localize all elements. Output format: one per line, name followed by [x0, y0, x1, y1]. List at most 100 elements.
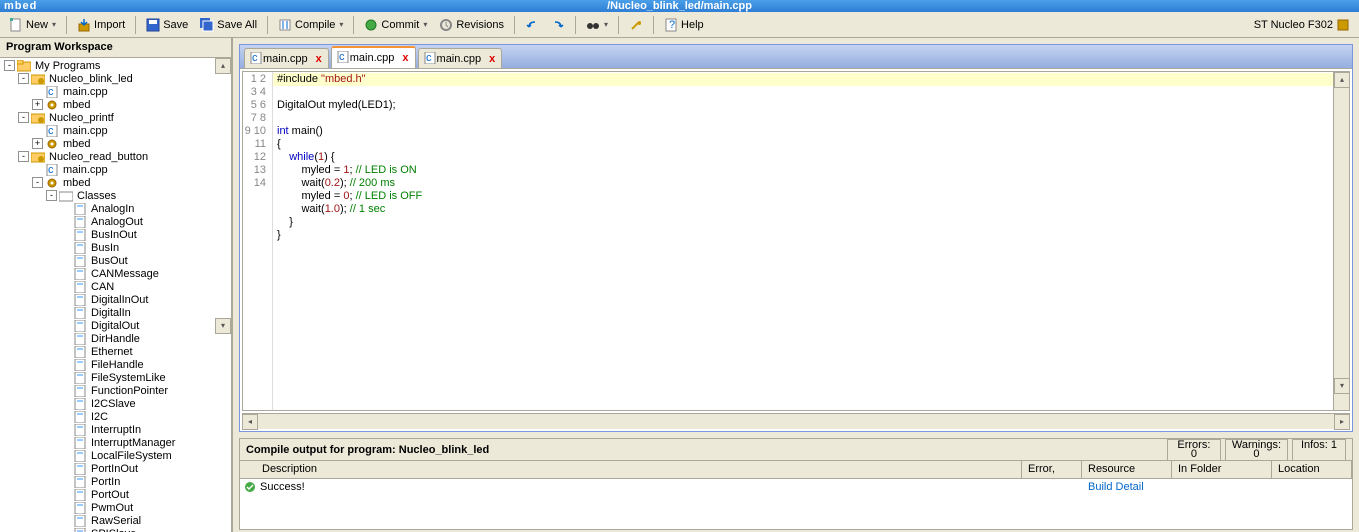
class-icon	[73, 437, 87, 449]
tree-item[interactable]: PwmOut	[0, 501, 231, 514]
tree-item[interactable]: cmain.cpp	[0, 85, 231, 98]
import-button[interactable]: Import	[72, 15, 130, 35]
scroll-down-button[interactable]: ▾	[1334, 378, 1350, 394]
tree-item[interactable]: DirHandle	[0, 332, 231, 345]
tree-item[interactable]: FunctionPointer	[0, 384, 231, 397]
tree-item[interactable]: -My Programs	[0, 59, 231, 72]
save-all-icon	[200, 18, 214, 32]
tree-item[interactable]: - Nucleo_read_button	[0, 150, 231, 163]
tree-label: BusOut	[89, 255, 130, 267]
output-row[interactable]: Success! Build Detail	[240, 479, 1352, 495]
class-icon	[73, 242, 87, 254]
platform-selector[interactable]: ST Nucleo F302	[1249, 15, 1355, 35]
find-button[interactable]: ▾	[581, 15, 613, 35]
save-button[interactable]: Save	[141, 15, 193, 35]
class-icon	[73, 203, 87, 215]
save-all-button[interactable]: Save All	[195, 15, 262, 35]
tree-item[interactable]: +mbed	[0, 98, 231, 111]
tree-item[interactable]: PortOut	[0, 488, 231, 501]
class-icon	[73, 450, 87, 462]
svg-text:?: ?	[669, 19, 675, 31]
build-detail-link[interactable]: Build Detail	[1082, 480, 1172, 494]
tree-item[interactable]: CANMessage	[0, 267, 231, 280]
tree-toggle-icon	[60, 346, 71, 357]
scroll-left-button[interactable]: ◂	[242, 414, 258, 430]
editor-tab[interactable]: cmain.cppx	[418, 48, 503, 68]
tree-toggle-icon	[60, 320, 71, 331]
cpp-file-icon: c	[336, 51, 350, 65]
scroll-up-button[interactable]: ▴	[215, 58, 231, 74]
tree-item[interactable]: PortIn	[0, 475, 231, 488]
code-editor[interactable]: 1 2 3 4 5 6 7 8 9 10 11 12 13 14 #includ…	[242, 71, 1350, 411]
class-icon	[73, 216, 87, 228]
commit-icon	[364, 18, 378, 32]
tree-item[interactable]: +mbed	[0, 137, 231, 150]
tree-toggle-icon[interactable]: +	[32, 138, 43, 149]
tree-item[interactable]: InterruptIn	[0, 423, 231, 436]
tree-item[interactable]: AnalogOut	[0, 215, 231, 228]
tree-toggle-icon[interactable]: -	[4, 60, 15, 71]
tree-item[interactable]: I2C	[0, 410, 231, 423]
tree-item[interactable]: BusInOut	[0, 228, 231, 241]
main-toolbar: New▾ Import Save Save All Compile▾ Commi…	[0, 12, 1359, 38]
tree-item[interactable]: FileHandle	[0, 358, 231, 371]
help-button[interactable]: ? Help	[659, 15, 709, 35]
revisions-button[interactable]: Revisions	[434, 15, 509, 35]
tree-item[interactable]: -Nucleo_printf	[0, 111, 231, 124]
horizontal-scrollbar[interactable]: ◂ ▸	[242, 413, 1350, 429]
undo-button[interactable]	[520, 15, 544, 35]
tree-item[interactable]: -Classes	[0, 189, 231, 202]
close-tab-button[interactable]: x	[400, 52, 410, 64]
close-tab-button[interactable]: x	[487, 53, 497, 65]
scroll-down-button[interactable]: ▾	[215, 318, 231, 334]
tree-item[interactable]: FileSystemLike	[0, 371, 231, 384]
program-icon	[31, 112, 45, 124]
settings-button[interactable]	[624, 15, 648, 35]
tree-item[interactable]: AnalogIn	[0, 202, 231, 215]
tree-item[interactable]: InterruptManager	[0, 436, 231, 449]
tree-toggle-icon[interactable]: -	[18, 112, 29, 123]
svg-text:c: c	[48, 86, 54, 98]
tree-label: Nucleo_read_button	[47, 151, 150, 163]
errors-count: Errors:0	[1167, 439, 1221, 461]
program-tree[interactable]: ▴ ▾ -My Programs-Nucleo_blink_ledcmain.c…	[0, 58, 231, 532]
tree-toggle-icon	[60, 515, 71, 526]
tree-item[interactable]: DigitalIn	[0, 306, 231, 319]
tree-item[interactable]: PortInOut	[0, 462, 231, 475]
tree-toggle-icon[interactable]: +	[32, 99, 43, 110]
tree-item[interactable]: DigitalInOut	[0, 293, 231, 306]
line-gutter: 1 2 3 4 5 6 7 8 9 10 11 12 13 14	[243, 72, 273, 410]
tree-item[interactable]: -mbed	[0, 176, 231, 189]
vertical-scrollbar[interactable]: ▴ ▾	[1333, 72, 1349, 410]
tree-label: PortInOut	[89, 463, 140, 475]
scroll-up-button[interactable]: ▴	[1334, 72, 1350, 88]
editor-tab[interactable]: cmain.cppx	[244, 48, 329, 68]
tree-toggle-icon[interactable]: -	[18, 73, 29, 84]
tree-item[interactable]: cmain.cpp	[0, 124, 231, 137]
commit-button[interactable]: Commit▾	[359, 15, 432, 35]
class-icon	[73, 424, 87, 436]
tree-item[interactable]: -Nucleo_blink_led	[0, 72, 231, 85]
close-tab-button[interactable]: x	[314, 53, 324, 65]
tree-toggle-icon[interactable]: -	[32, 177, 43, 188]
tree-item[interactable]: RawSerial	[0, 514, 231, 527]
tree-item[interactable]: BusIn	[0, 241, 231, 254]
tree-item[interactable]: BusOut	[0, 254, 231, 267]
editor-tab[interactable]: cmain.cppx	[331, 46, 416, 68]
tree-label: DigitalOut	[89, 320, 141, 332]
tree-item[interactable]: SPISlave	[0, 527, 231, 532]
tree-item[interactable]: LocalFileSystem	[0, 449, 231, 462]
tree-item[interactable]: cmain.cpp	[0, 163, 231, 176]
tree-toggle-icon[interactable]: -	[46, 190, 57, 201]
scroll-right-button[interactable]: ▸	[1334, 414, 1350, 430]
cpp-file-icon: c	[249, 52, 263, 66]
tree-item[interactable]: I2CSlave	[0, 397, 231, 410]
redo-button[interactable]	[546, 15, 570, 35]
tree-item[interactable]: DigitalOut	[0, 319, 231, 332]
compile-button[interactable]: Compile▾	[273, 15, 348, 35]
tree-item[interactable]: Ethernet	[0, 345, 231, 358]
tree-toggle-icon[interactable]: -	[18, 151, 29, 162]
tree-item[interactable]: CAN	[0, 280, 231, 293]
code-content[interactable]: #include "mbed.h" DigitalOut myled(LED1)…	[273, 72, 1333, 410]
new-button[interactable]: New▾	[4, 15, 61, 35]
